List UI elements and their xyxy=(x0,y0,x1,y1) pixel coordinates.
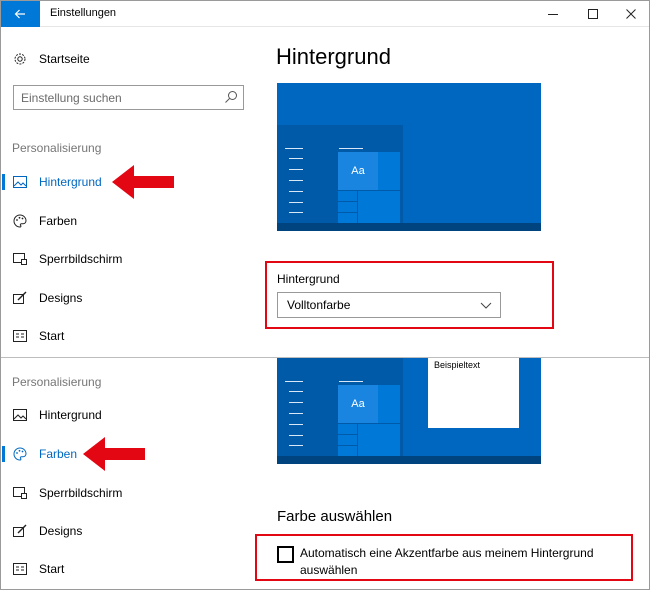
palette-icon xyxy=(12,213,28,229)
page-title: Hintergrund xyxy=(276,44,391,69)
section-title: Farbe auswählen xyxy=(277,508,393,525)
highlight-box xyxy=(255,534,633,581)
sidebar-item-label: Farben xyxy=(39,447,78,461)
sidebar-item-start[interactable]: Start xyxy=(12,326,64,346)
lockscreen-icon xyxy=(12,251,28,267)
highlight-box xyxy=(265,261,554,329)
start-icon xyxy=(12,328,28,344)
sidebar-item-label: Start xyxy=(39,562,65,576)
brush-icon xyxy=(12,290,28,306)
picture-icon xyxy=(12,407,28,423)
sidebar-item-label: Sperrbildschirm xyxy=(39,252,123,266)
back-button[interactable] xyxy=(0,0,40,27)
sidebar-item-lockscreen[interactable]: Sperrbildschirm xyxy=(12,483,122,503)
window-title: Einstellungen xyxy=(50,7,117,19)
sidebar-item-home[interactable]: Startseite xyxy=(12,49,90,69)
title-bar: Einstellungen xyxy=(0,0,650,27)
maximize-icon xyxy=(588,8,598,19)
section-heading: Personalisierung xyxy=(12,141,102,155)
sidebar-item-label: Startseite xyxy=(39,52,90,66)
search-field[interactable] xyxy=(13,85,244,110)
preview-taskbar xyxy=(277,456,541,464)
brush-icon xyxy=(12,523,28,539)
section-heading: Personalisierung xyxy=(12,375,102,389)
background-preview: Aa xyxy=(277,83,541,231)
lockscreen-icon xyxy=(12,485,28,501)
active-indicator xyxy=(2,446,5,462)
colors-settings-panel: Personalisierung Hintergrund Farben Sper… xyxy=(0,357,650,590)
sidebar-item-background[interactable]: Hintergrund xyxy=(12,172,102,192)
sidebar-item-label: Farben xyxy=(39,214,78,228)
sidebar-item-lockscreen[interactable]: Sperrbildschirm xyxy=(12,249,122,269)
sidebar-item-label: Sperrbildschirm xyxy=(39,486,123,500)
picture-icon xyxy=(12,174,28,190)
maximize-button[interactable] xyxy=(574,0,612,27)
search-input[interactable] xyxy=(14,86,214,109)
sidebar-item-designs[interactable]: Designs xyxy=(12,288,82,308)
gear-icon xyxy=(12,51,28,67)
sample-text: Beispieltext xyxy=(434,360,481,370)
background-settings-panel: Startseite Personalisierung Hintergrund … xyxy=(0,27,650,357)
sidebar-item-label: Designs xyxy=(39,291,83,305)
sidebar-item-start[interactable]: Start xyxy=(12,559,64,579)
colors-preview: Aa Beispieltext xyxy=(277,358,541,464)
start-icon xyxy=(12,561,28,577)
sidebar-item-colors[interactable]: Farben xyxy=(12,211,77,231)
minimize-button[interactable] xyxy=(534,0,572,27)
active-indicator xyxy=(2,174,5,190)
palette-icon xyxy=(12,446,28,462)
preview-tile: Aa xyxy=(338,385,378,423)
sidebar-item-label: Hintergrund xyxy=(39,175,102,189)
close-icon xyxy=(626,8,636,19)
sidebar-item-label: Designs xyxy=(39,524,83,538)
sidebar-item-label: Hintergrund xyxy=(39,408,102,422)
red-arrow-icon xyxy=(112,165,174,199)
red-arrow-icon xyxy=(83,437,145,471)
preview-taskbar xyxy=(277,223,541,231)
sidebar-item-label: Start xyxy=(39,329,65,343)
minimize-icon xyxy=(548,13,558,15)
sidebar-item-colors[interactable]: Farben xyxy=(12,444,77,464)
close-button[interactable] xyxy=(612,0,650,27)
preview-sample-window: Beispieltext xyxy=(428,358,519,428)
sidebar-item-background[interactable]: Hintergrund xyxy=(12,405,102,425)
sidebar-item-designs[interactable]: Designs xyxy=(12,521,82,541)
search-icon xyxy=(225,91,237,103)
preview-tile: Aa xyxy=(338,152,378,190)
back-arrow-icon xyxy=(14,9,25,18)
